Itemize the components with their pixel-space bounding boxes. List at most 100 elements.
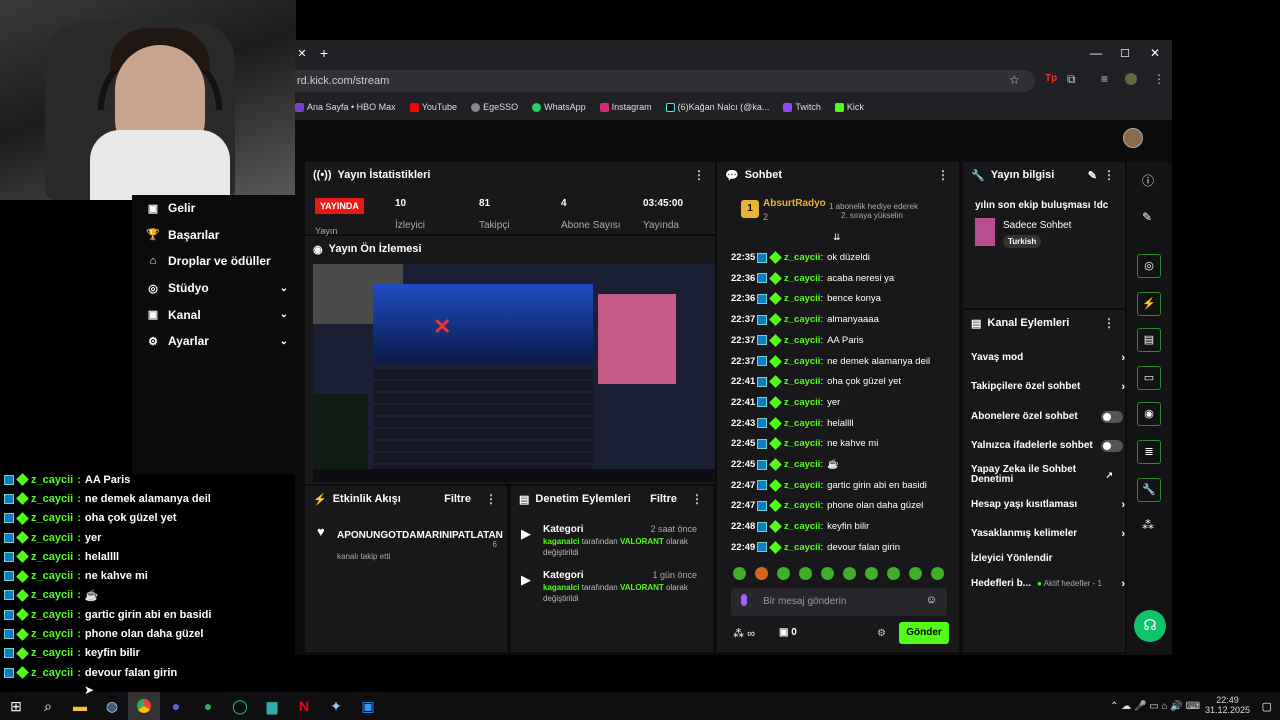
more-icon[interactable]: ⋮	[937, 168, 949, 182]
steam-icon[interactable]: ◍	[96, 692, 128, 720]
banned-words-row[interactable]: Yasaklanmış kelimeler ›	[971, 528, 1125, 540]
activity-filter-button[interactable]: Filtre	[444, 493, 471, 505]
emote-icon[interactable]	[887, 567, 900, 580]
stream-preview-video[interactable]: ✕	[313, 264, 715, 482]
app-icon[interactable]: ▆	[256, 692, 288, 720]
chat-username[interactable]: z_caycii	[31, 667, 73, 679]
windows-start-icon[interactable]: ⊞	[0, 692, 32, 720]
account-age-row[interactable]: Hesap yaşı kısıtlaması ›	[971, 499, 1125, 511]
notification-icon[interactable]: ▢	[1262, 700, 1272, 713]
chrome-icon[interactable]	[128, 692, 160, 720]
netflix-icon[interactable]: N	[288, 692, 320, 720]
chevron-down-icon[interactable]: ⌄	[280, 283, 288, 294]
chevron-down-icon[interactable]: ⌄	[280, 309, 288, 320]
chat-username[interactable]: z_caycii	[784, 314, 820, 325]
nav-item-3[interactable]: ◎ Stüdyo ⌄	[132, 275, 296, 302]
more-icon[interactable]: ⋮	[693, 168, 705, 182]
chat-username[interactable]: z_caycii	[784, 293, 820, 304]
chat-username[interactable]: z_caycii	[784, 500, 820, 511]
bookmark-instagram[interactable]: Instagram	[599, 102, 652, 113]
nav-item-2[interactable]: ⌂ Droplar ve ödüller	[132, 248, 296, 275]
raid-row[interactable]: İzleyici Yönlendir	[971, 553, 1121, 564]
new-tab-button[interactable]: +	[309, 45, 339, 61]
chat-username[interactable]: z_caycii	[31, 647, 73, 659]
emote-icon[interactable]	[931, 567, 944, 580]
scroll-down-icon[interactable]: ⇊	[833, 232, 841, 243]
chat-username[interactable]: z_caycii	[31, 609, 73, 621]
puzzle-icon[interactable]: ⧉	[1067, 72, 1076, 87]
whatsapp-icon[interactable]: ◯	[224, 692, 256, 720]
chat-username[interactable]: z_caycii	[784, 376, 820, 387]
chat-username[interactable]: z_caycii	[784, 480, 820, 491]
people-icon[interactable]: ⁂	[1142, 518, 1154, 532]
more-icon[interactable]: ⋮	[1103, 168, 1115, 182]
message-input[interactable]: Bir mesaj gönderin ☺	[731, 588, 947, 616]
user-avatar[interactable]	[1123, 128, 1143, 148]
bookmark-star-icon[interactable]: ☆	[1009, 73, 1020, 87]
bookmark-egesso[interactable]: EgeSSO	[471, 102, 518, 113]
send-button[interactable]: Gönder	[899, 622, 949, 644]
more-icon[interactable]: ⋮	[485, 492, 497, 506]
window-close-icon[interactable]: ✕	[1150, 46, 1160, 60]
close-tab-icon[interactable]: ✕	[295, 47, 309, 60]
emote-icon[interactable]	[865, 567, 878, 580]
chat-username[interactable]: z_caycii	[784, 542, 820, 553]
document-tool-button[interactable]: ▤	[1137, 328, 1161, 352]
bookmark-hbo[interactable]: Ana Sayfa • HBO Max	[295, 102, 396, 113]
bookmark-youtube[interactable]: YouTube	[409, 102, 457, 113]
chat-username[interactable]: z_caycii	[31, 589, 73, 601]
emote-only-toggle[interactable]	[1101, 439, 1123, 452]
chat-username[interactable]: z_caycii	[784, 438, 820, 449]
chat-username[interactable]: z_caycii	[31, 628, 73, 640]
category-name[interactable]: Sadece Sohbet	[1003, 220, 1071, 231]
emoji-icon[interactable]: ☺	[926, 594, 937, 606]
emote-icon[interactable]	[909, 567, 922, 580]
bookmark-kick[interactable]: Kick	[834, 102, 864, 113]
system-tray-icons[interactable]: ⌃ ☁ 🎤 ▭ ⌂ 🔊 ⌨	[1110, 701, 1200, 712]
nav-item-0[interactable]: ▣ Gelir	[132, 195, 296, 222]
nav-item-5[interactable]: ⚙ Ayarlar ⌄	[132, 328, 296, 355]
bookmark-whatsapp[interactable]: WhatsApp	[532, 102, 586, 113]
chat-username[interactable]: z_caycii	[784, 335, 820, 346]
chat-settings-icon[interactable]: ⚙	[877, 628, 886, 639]
discord-icon[interactable]: ●	[160, 692, 192, 720]
more-icon[interactable]: ⋮	[691, 492, 703, 506]
broadcast-tool-button[interactable]: ◉	[1137, 402, 1161, 426]
moderation-filter-button[interactable]: Filtre	[650, 493, 677, 505]
profile-avatar[interactable]	[1125, 73, 1137, 85]
chat-username[interactable]: z_caycii	[784, 459, 820, 470]
chat-username[interactable]: z_caycii	[784, 418, 820, 429]
media-icon[interactable]: ≡	[1101, 72, 1108, 86]
extension-icon[interactable]: Tp	[1045, 73, 1057, 84]
chat-username[interactable]: z_caycii	[31, 493, 73, 505]
wrench-tool-button[interactable]: 🔧	[1137, 478, 1161, 502]
chat-username[interactable]: z_caycii	[784, 521, 820, 532]
nav-item-4[interactable]: ▣ Kanal ⌄	[132, 301, 296, 328]
stack-tool-button[interactable]: ≣	[1137, 440, 1161, 464]
more-icon[interactable]: ⋮	[1103, 316, 1115, 330]
url-field[interactable]: rd.kick.com/stream	[295, 70, 1035, 92]
emote-icon[interactable]	[755, 567, 768, 580]
emote-icon[interactable]	[821, 567, 834, 580]
followers-only-row[interactable]: Takipçilere özel sohbet ›	[971, 381, 1125, 393]
pencil-icon[interactable]: ✎	[1142, 210, 1152, 224]
spotify-icon[interactable]: ●	[192, 692, 224, 720]
chat-username[interactable]: z_caycii	[31, 532, 73, 544]
chat-username[interactable]: z_caycii	[31, 474, 73, 486]
mic-icon[interactable]	[741, 594, 747, 606]
chat-username[interactable]: z_caycii	[31, 570, 73, 582]
chevron-down-icon[interactable]: ⌄	[280, 336, 288, 347]
chat-username[interactable]: z_caycii	[31, 512, 73, 524]
nav-item-1[interactable]: 🏆 Başarılar	[132, 222, 296, 249]
slow-mode-row[interactable]: Yavaş mod ›	[971, 352, 1125, 364]
chat-username[interactable]: z_caycii	[31, 551, 73, 563]
search-icon[interactable]: ⌕	[32, 692, 64, 720]
pinned-user[interactable]: AbsurtRadyo	[763, 198, 826, 209]
clock[interactable]: 22:49 31.12.2025	[1205, 695, 1250, 715]
info-icon[interactable]: ⓘ	[1142, 172, 1154, 189]
window-app-icon[interactable]: ▣	[352, 692, 384, 720]
emote-icon[interactable]	[733, 567, 746, 580]
ai-moderation-row[interactable]: Yapay Zeka ile Sohbet Denetimi ↗	[971, 465, 1113, 485]
bookmark-twitch[interactable]: Twitch	[783, 102, 821, 113]
network-app-icon[interactable]: ✦	[320, 692, 352, 720]
